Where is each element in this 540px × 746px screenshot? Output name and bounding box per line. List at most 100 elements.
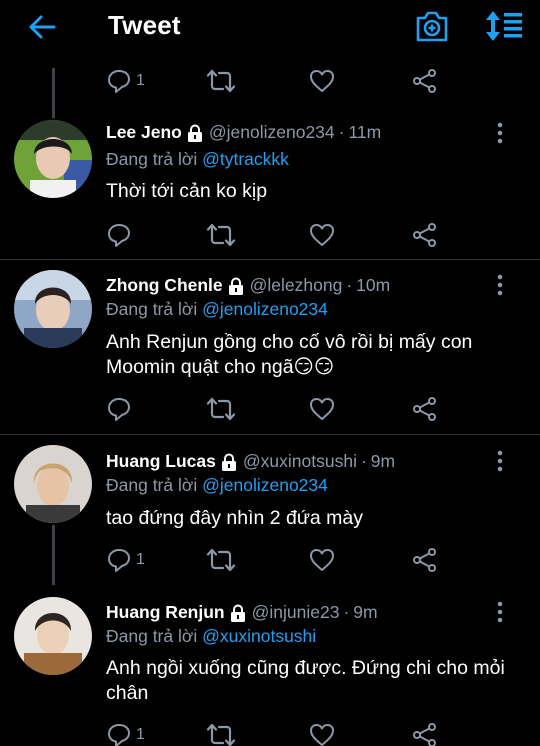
heart-icon (310, 549, 334, 571)
top-bar: Tweet (0, 0, 540, 54)
divider (0, 434, 540, 435)
avatar[interactable] (14, 597, 92, 675)
heart-icon (310, 224, 334, 246)
separator-dot: · (346, 275, 353, 295)
user-handle: @lelezhong (249, 275, 343, 295)
reply-mention-link[interactable]: @tytrackkk (202, 149, 289, 169)
reply-button[interactable]: 1 (106, 66, 145, 96)
reply-button[interactable] (106, 220, 136, 250)
share-button[interactable] (412, 545, 438, 575)
more-options-icon[interactable] (492, 122, 508, 144)
replying-to: Đang trả lời @jenolizeno234 (106, 475, 328, 496)
tweet-text: Anh Renjun gồng cho cố vô rồi bị mấy con… (106, 331, 473, 378)
reply-button[interactable] (106, 394, 136, 424)
divider (0, 259, 540, 260)
tweet-text: Thời tới cản ko kịp (106, 180, 268, 202)
reply-mention-link[interactable]: @jenolizeno234 (202, 475, 328, 495)
heart-icon (310, 70, 334, 92)
avatar[interactable] (14, 120, 92, 198)
display-name[interactable]: Zhong Chenle (106, 275, 223, 296)
user-handle: @xuxinotsushi (242, 451, 357, 471)
more-options-icon[interactable] (492, 601, 508, 623)
replying-to: Đang trả lời @tytrackkk (106, 149, 289, 170)
share-icon (413, 723, 436, 746)
tweet-header: Huang Renjun @injunie23 · 9m (106, 602, 378, 623)
retweet-icon (206, 723, 236, 746)
heart-icon (310, 398, 334, 420)
share-icon (413, 69, 436, 93)
more-options-icon[interactable] (492, 450, 508, 472)
retweet-button[interactable] (206, 545, 236, 575)
reply-count: 1 (136, 551, 145, 568)
reply-icon (108, 70, 130, 93)
timestamp: 9m (370, 451, 396, 471)
retweet-button[interactable] (206, 66, 236, 96)
retweet-button[interactable] (206, 220, 236, 250)
replying-to-label: Đang trả lời (106, 149, 203, 169)
display-name[interactable]: Lee Jeno (106, 122, 182, 143)
display-name[interactable]: Huang Lucas (106, 451, 216, 472)
lock-icon (187, 124, 202, 142)
reply-button[interactable]: 1 (106, 720, 145, 746)
reply-count: 1 (136, 72, 145, 89)
share-button[interactable] (412, 720, 438, 746)
avatar[interactable] (14, 445, 92, 523)
thread-line (52, 525, 55, 585)
user-handle: @jenolizeno234 (208, 122, 335, 142)
reply-count: 1 (136, 726, 145, 743)
action-bar: 1 (106, 66, 446, 96)
reply-mention-link[interactable]: @xuxinotsushi (202, 626, 316, 646)
share-button[interactable] (412, 394, 438, 424)
share-icon (413, 397, 436, 421)
share-button[interactable] (412, 66, 438, 96)
share-icon (413, 223, 436, 247)
timestamp: 10m (356, 275, 391, 295)
action-bar: 1 (106, 545, 446, 575)
back-arrow-icon[interactable] (26, 12, 58, 42)
replying-to-label: Đang trả lời (106, 299, 203, 319)
timestamp: 11m (348, 122, 382, 142)
separator-dot: · (343, 602, 350, 622)
reply-icon (108, 549, 130, 572)
replying-to: Đang trả lời @xuxinotsushi (106, 626, 316, 647)
tweet-text: Anh ngồi xuống cũng được. Đứng chi cho m… (106, 657, 505, 704)
replying-to-label: Đang trả lời (106, 626, 203, 646)
replying-to: Đang trả lời @jenolizeno234 (106, 299, 328, 320)
more-options-icon[interactable] (492, 274, 508, 296)
retweet-icon (206, 397, 236, 421)
retweet-icon (206, 548, 236, 572)
tweet-text: tao đứng đây nhìn 2 đứa mày (106, 507, 364, 529)
like-button[interactable] (308, 66, 336, 96)
tweet-header: Huang Lucas @xuxinotsushi · 9m (106, 451, 395, 472)
tweet-header: Zhong Chenle @lelezhong · 10m (106, 275, 390, 296)
display-name[interactable]: Huang Renjun (106, 602, 225, 623)
action-bar (106, 394, 446, 424)
like-button[interactable] (308, 394, 336, 424)
reply-icon (108, 724, 130, 746)
camera-add-icon[interactable] (414, 9, 450, 43)
like-button[interactable] (308, 545, 336, 575)
separator-dot: · (338, 122, 345, 142)
sort-icon[interactable] (484, 10, 524, 42)
lock-icon (221, 453, 236, 471)
like-button[interactable] (308, 720, 336, 746)
avatar[interactable] (14, 270, 92, 348)
replying-to-label: Đang trả lời (106, 475, 203, 495)
reply-button[interactable]: 1 (106, 545, 145, 575)
lock-icon (228, 277, 243, 295)
share-button[interactable] (412, 220, 438, 250)
action-bar: 1 (106, 720, 446, 746)
page-title: Tweet (108, 10, 181, 40)
user-handle: @injunie23 (251, 602, 340, 622)
thread-line (52, 68, 55, 118)
retweet-button[interactable] (206, 720, 236, 746)
retweet-icon (206, 69, 236, 93)
separator-dot: · (360, 451, 367, 471)
retweet-button[interactable] (206, 394, 236, 424)
reply-mention-link[interactable]: @jenolizeno234 (202, 299, 328, 319)
like-button[interactable] (308, 220, 336, 250)
reply-icon (108, 224, 130, 247)
lock-icon (230, 604, 245, 622)
reply-icon (108, 398, 130, 421)
heart-icon (310, 724, 334, 746)
